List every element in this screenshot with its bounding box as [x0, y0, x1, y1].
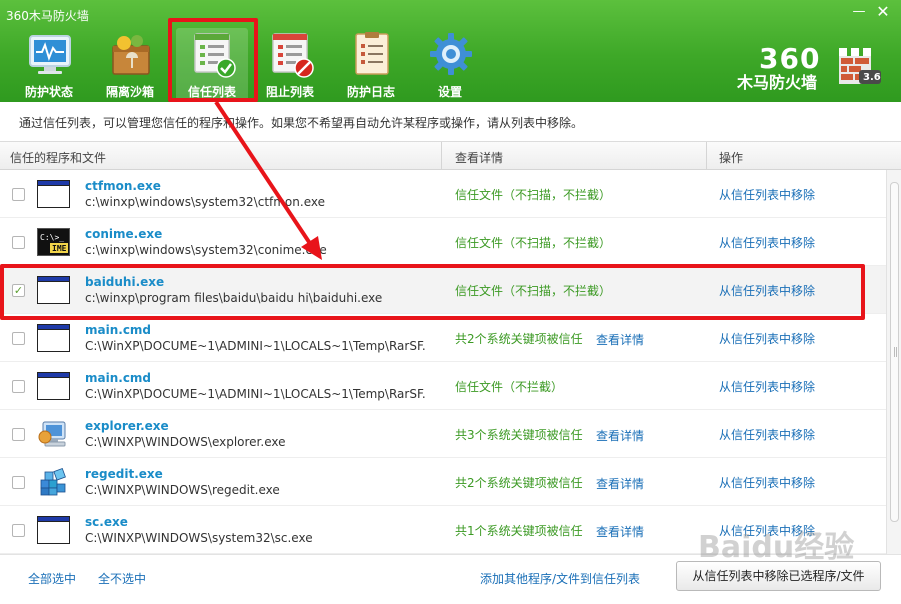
grip-icon	[894, 347, 897, 357]
table-row[interactable]: regedit.exe C:\WINXP\WINDOWS\regedit.exe…	[0, 458, 886, 506]
select-none-link[interactable]: 全不选中	[98, 570, 146, 587]
scroll-thumb[interactable]	[890, 182, 899, 522]
column-divider	[441, 142, 442, 170]
table-row[interactable]: C:\>_ IME conime.exe c:\winxp\windows\sy…	[0, 218, 886, 266]
column-header-detail: 查看详情	[455, 151, 504, 165]
monitor-icon	[29, 35, 71, 74]
remove-from-trust-link[interactable]: 从信任列表中移除	[719, 426, 815, 443]
file-path: C:\WinXP\DOCUME~1\ADMINI~1\LOCALS~1\Temp…	[85, 339, 425, 353]
column-divider	[706, 142, 707, 170]
trust-list: ctfmon.exe c:\winxp\windows\system32\ctf…	[0, 170, 886, 554]
file-path: C:\WINXP\WINDOWS\explorer.exe	[85, 435, 286, 449]
block-list-icon	[272, 33, 314, 78]
baidu-watermark: Baidu经验	[690, 510, 890, 570]
view-details-link[interactable]: 查看详情	[596, 331, 644, 348]
nav-label: 设置	[437, 85, 462, 99]
description-bar: 通过信任列表，可以管理您信任的程序和操作。如果您不希望再自动允许某程序或操作，请…	[0, 102, 901, 142]
detail-text: 共1个系统关键项被信任	[455, 524, 583, 538]
row-checkbox[interactable]	[12, 236, 25, 249]
log-icon	[355, 32, 389, 75]
nav-label: 防护状态	[24, 85, 73, 99]
remove-from-trust-link[interactable]: 从信任列表中移除	[719, 474, 815, 491]
file-name: main.cmd	[85, 323, 152, 337]
table-row[interactable]: main.cmd C:\WinXP\DOCUME~1\ADMINI~1\LOCA…	[0, 362, 886, 410]
window-icon	[37, 180, 70, 208]
explorer-icon	[38, 421, 66, 447]
file-path: c:\winxp\windows\system32\ctfmon.exe	[85, 195, 325, 209]
annotation-box-nav	[168, 18, 258, 102]
view-details-link[interactable]: 查看详情	[596, 523, 644, 540]
file-name: ctfmon.exe	[85, 179, 161, 193]
svg-text:IME: IME	[52, 244, 67, 253]
header-bar: 360木马防火墙 — ✕ 防护状态 隔离沙箱 信任列表 阻止列表 防护日志 设置…	[0, 0, 901, 102]
window-icon	[37, 516, 70, 544]
file-path: C:\WinXP\DOCUME~1\ADMINI~1\LOCALS~1\Temp…	[85, 387, 425, 401]
nav-block-list[interactable]: 阻止列表	[254, 28, 326, 100]
nav-protection-status[interactable]: 防护状态	[13, 28, 85, 100]
row-checkbox[interactable]	[12, 428, 25, 441]
nav-label: 阻止列表	[265, 85, 314, 99]
svg-text:C:\>_: C:\>_	[40, 233, 64, 242]
file-path: C:\WINXP\WINDOWS\system32\sc.exe	[85, 531, 313, 545]
table-row[interactable]: main.cmd C:\WinXP\DOCUME~1\ADMINI~1\LOCA…	[0, 314, 886, 362]
nav-protection-log[interactable]: 防护日志	[335, 28, 407, 100]
row-checkbox[interactable]	[12, 188, 25, 201]
gear-icon	[430, 33, 472, 75]
remove-from-trust-link[interactable]: 从信任列表中移除	[719, 234, 815, 251]
annotation-box-row	[0, 264, 865, 320]
close-button[interactable]: ✕	[872, 3, 894, 21]
ime-icon: C:\>_ IME	[37, 228, 70, 256]
nav-sandbox[interactable]: 隔离沙箱	[94, 28, 166, 100]
table-row[interactable]: ctfmon.exe c:\winxp\windows\system32\ctf…	[0, 170, 886, 218]
window-title: 360木马防火墙	[6, 9, 89, 23]
file-path: c:\winxp\windows\system32\conime.exe	[85, 243, 327, 257]
row-checkbox[interactable]	[12, 524, 25, 537]
nav-label: 防护日志	[346, 85, 395, 99]
brand-logo: 360 木马防火墙 3.6	[735, 42, 885, 92]
file-name: sc.exe	[85, 515, 128, 529]
detail-text: 共3个系统关键项被信任	[455, 428, 583, 442]
file-name: main.cmd	[85, 371, 152, 385]
window-icon	[37, 372, 70, 400]
sandbox-icon	[112, 35, 150, 75]
nav-label: 隔离沙箱	[105, 85, 154, 99]
row-checkbox[interactable]	[12, 332, 25, 345]
detail-text: 信任文件（不扫描，不拦截）	[455, 236, 612, 250]
table-header: 信任的程序和文件 查看详情 操作	[0, 142, 901, 170]
watermark-text: Baidu经验	[698, 530, 855, 565]
nav-settings[interactable]: 设置	[414, 28, 486, 100]
detail-text: 共2个系统关键项被信任	[455, 476, 583, 490]
select-all-link[interactable]: 全部选中	[28, 570, 76, 587]
row-checkbox[interactable]	[12, 380, 25, 393]
file-name: conime.exe	[85, 227, 163, 241]
column-header-action: 操作	[719, 151, 744, 165]
column-header-program: 信任的程序和文件	[10, 151, 107, 165]
vertical-scrollbar[interactable]	[886, 170, 901, 554]
description-text: 通过信任列表，可以管理您信任的程序和操作。如果您不希望再自动允许某程序或操作，请…	[19, 116, 584, 130]
table-row[interactable]: explorer.exe C:\WINXP\WINDOWS\explorer.e…	[0, 410, 886, 458]
detail-text: 共2个系统关键项被信任	[455, 332, 583, 346]
file-name: explorer.exe	[85, 419, 169, 433]
remove-from-trust-link[interactable]: 从信任列表中移除	[719, 186, 815, 203]
file-path: C:\WINXP\WINDOWS\regedit.exe	[85, 483, 280, 497]
window-icon	[37, 324, 70, 352]
view-details-link[interactable]: 查看详情	[596, 427, 644, 444]
brand-name: 木马防火墙	[737, 73, 818, 92]
remove-from-trust-link[interactable]: 从信任列表中移除	[719, 330, 815, 347]
file-name: regedit.exe	[85, 467, 163, 481]
detail-text: 信任文件（不扫描，不拦截）	[455, 188, 612, 202]
minimize-button[interactable]: —	[848, 3, 870, 21]
row-checkbox[interactable]	[12, 476, 25, 489]
remove-from-trust-link[interactable]: 从信任列表中移除	[719, 378, 815, 395]
regedit-icon	[40, 468, 66, 496]
detail-text: 信任文件（不拦截）	[455, 380, 564, 394]
add-to-trust-link[interactable]: 添加其他程序/文件到信任列表	[480, 570, 640, 587]
version-badge: 3.6	[863, 72, 881, 83]
view-details-link[interactable]: 查看详情	[596, 475, 644, 492]
